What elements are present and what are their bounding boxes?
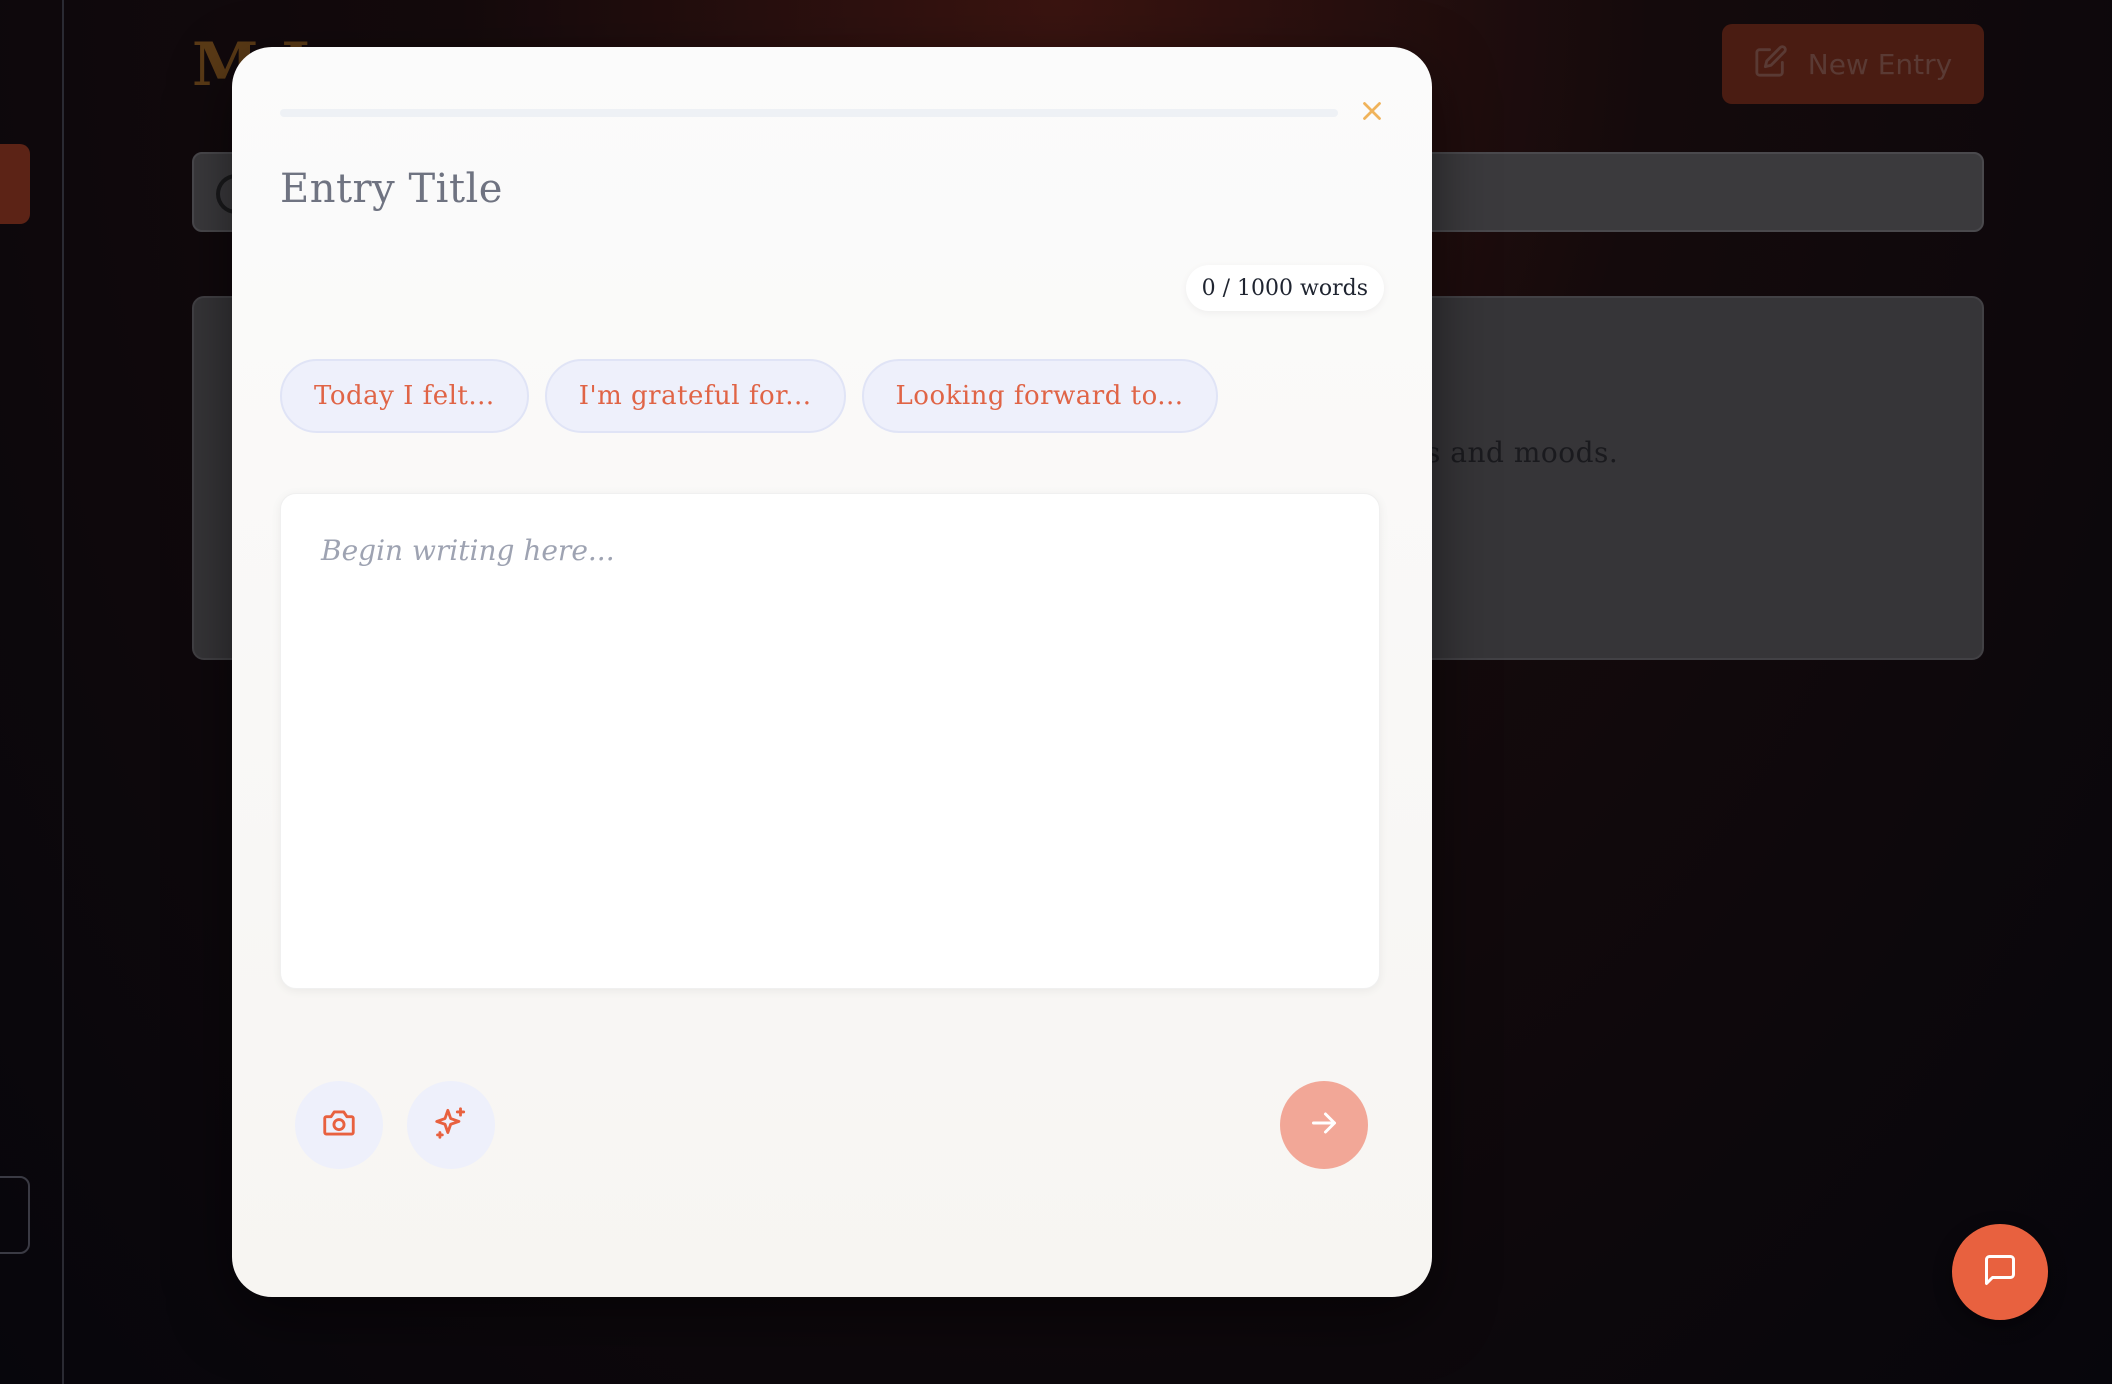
add-photo-button[interactable] — [295, 1081, 383, 1169]
prompt-chip-looking-forward[interactable]: Looking forward to... — [861, 359, 1218, 433]
arrow-right-icon — [1306, 1105, 1342, 1145]
submit-entry-button[interactable] — [1280, 1081, 1368, 1169]
chat-button[interactable] — [1952, 1224, 2048, 1320]
new-entry-button[interactable]: New Entry — [1722, 24, 1984, 104]
word-count-badge: 0 / 1000 words — [1185, 265, 1384, 311]
prompt-chip-today-i-felt[interactable]: Today I felt... — [280, 359, 529, 433]
left-sidebar — [0, 0, 64, 1384]
camera-icon — [320, 1104, 358, 1146]
close-button[interactable] — [1352, 93, 1392, 133]
ai-assist-button[interactable] — [407, 1081, 495, 1169]
prompt-chip-grateful-for[interactable]: I'm grateful for... — [544, 359, 846, 433]
entry-body-editor[interactable] — [280, 493, 1380, 989]
edit-icon — [1754, 44, 1788, 85]
sparkles-icon — [432, 1104, 470, 1146]
new-entry-label: New Entry — [1807, 47, 1953, 81]
empty-state-text: s and moods. — [1426, 436, 1619, 469]
prompt-suggestions: Today I felt... I'm grateful for... Look… — [280, 359, 1218, 433]
close-icon — [1357, 96, 1387, 130]
word-progress-bar — [280, 109, 1338, 117]
entry-title-input[interactable] — [280, 159, 1180, 219]
sidebar-active-item[interactable] — [0, 144, 30, 224]
sidebar-bottom-button[interactable] — [0, 1176, 30, 1254]
chat-icon — [1982, 1252, 2018, 1292]
new-entry-modal: 0 / 1000 words Today I felt... I'm grate… — [232, 47, 1432, 1297]
